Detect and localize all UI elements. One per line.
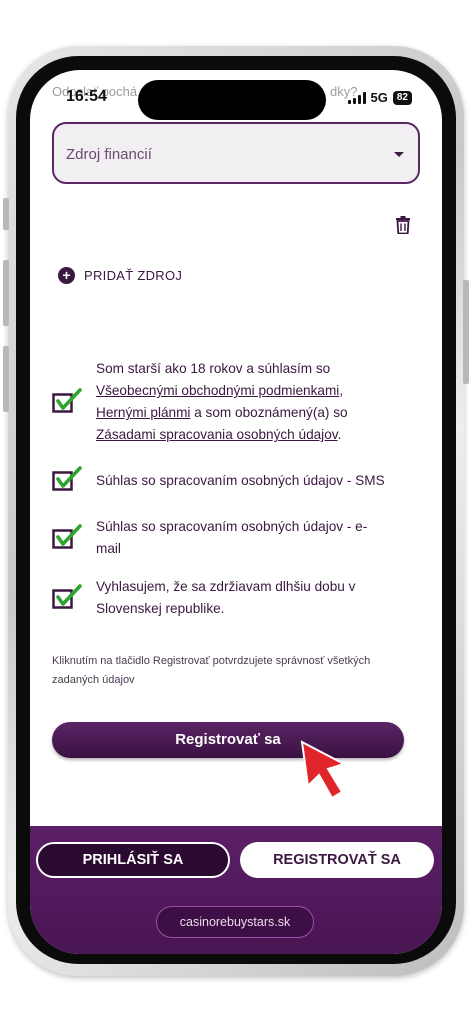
checkbox-checked-icon[interactable] [52, 524, 82, 550]
funding-source-select[interactable]: Zdroj financií [52, 122, 420, 184]
register-nav-button[interactable]: REGISTROVAŤ SA [240, 842, 434, 878]
url-bar[interactable]: casinorebuystars.sk [156, 906, 314, 938]
plus-circle-icon: + [58, 267, 75, 284]
consent-email-text: Súhlas so spracovaním osobných údajov - … [96, 519, 368, 556]
consent-residence: Vyhlasujem, že sa zdržiavam dlhšiu dobu … [52, 576, 402, 622]
network-type: 5G [370, 90, 388, 105]
terms-link[interactable]: Všeobecnými obchodnými podmienkami [96, 383, 339, 398]
funding-source-placeholder: Zdroj financií [66, 146, 152, 163]
add-source-label: PRIDAŤ ZDROJ [84, 268, 183, 283]
login-button[interactable]: PRIHLÁSIŤ SA [36, 842, 230, 878]
consent-sms: Súhlas so spracovaním osobných údajov - … [52, 466, 402, 498]
checkbox-checked-icon[interactable] [52, 388, 82, 414]
checkbox-checked-icon[interactable] [52, 584, 82, 610]
trash-icon[interactable] [395, 216, 411, 234]
checkbox-checked-icon[interactable] [52, 466, 82, 492]
consent-terms: Som starší ako 18 rokov a súhlasím so Vš… [52, 358, 402, 448]
status-indicators: 5G 82 [347, 90, 412, 105]
battery-icon: 82 [392, 90, 412, 105]
consent-terms-text: Som starší ako 18 rokov a súhlasím so Vš… [96, 361, 348, 442]
bottom-navigation: PRIHLÁSIŤ SA REGISTROVAŤ SA casinorebuys… [30, 826, 442, 954]
consent-sms-text: Súhlas so spracovaním osobných údajov - … [96, 473, 385, 488]
register-submit-button[interactable]: Registrovať sa [52, 722, 404, 758]
add-source-button[interactable]: + PRIDAŤ ZDROJ [58, 267, 182, 284]
game-plans-link[interactable]: Hernými plánmi [96, 405, 190, 420]
confirmation-note: Kliknutím na tlačidlo Registrovať potvrd… [52, 655, 371, 686]
signal-icon [347, 91, 366, 104]
consent-residence-text: Vyhlasujem, že sa zdržiavam dlhšiu dobu … [96, 579, 356, 616]
status-time: 16:54 [66, 88, 107, 105]
volume-down-button [3, 346, 9, 412]
action-button [3, 198, 9, 230]
power-button [463, 280, 469, 384]
chevron-down-icon [394, 152, 404, 157]
screen: Odoslať pochá dky? 16:54 5G 82 Zdroj fin… [30, 70, 442, 954]
pointer-cursor-icon [300, 740, 347, 800]
dynamic-island [138, 80, 326, 120]
privacy-policy-link[interactable]: Zásadami spracovania osobných údajov [96, 427, 338, 442]
consent-email: Súhlas so spracovaním osobných údajov - … [52, 516, 402, 562]
volume-up-button [3, 260, 9, 326]
